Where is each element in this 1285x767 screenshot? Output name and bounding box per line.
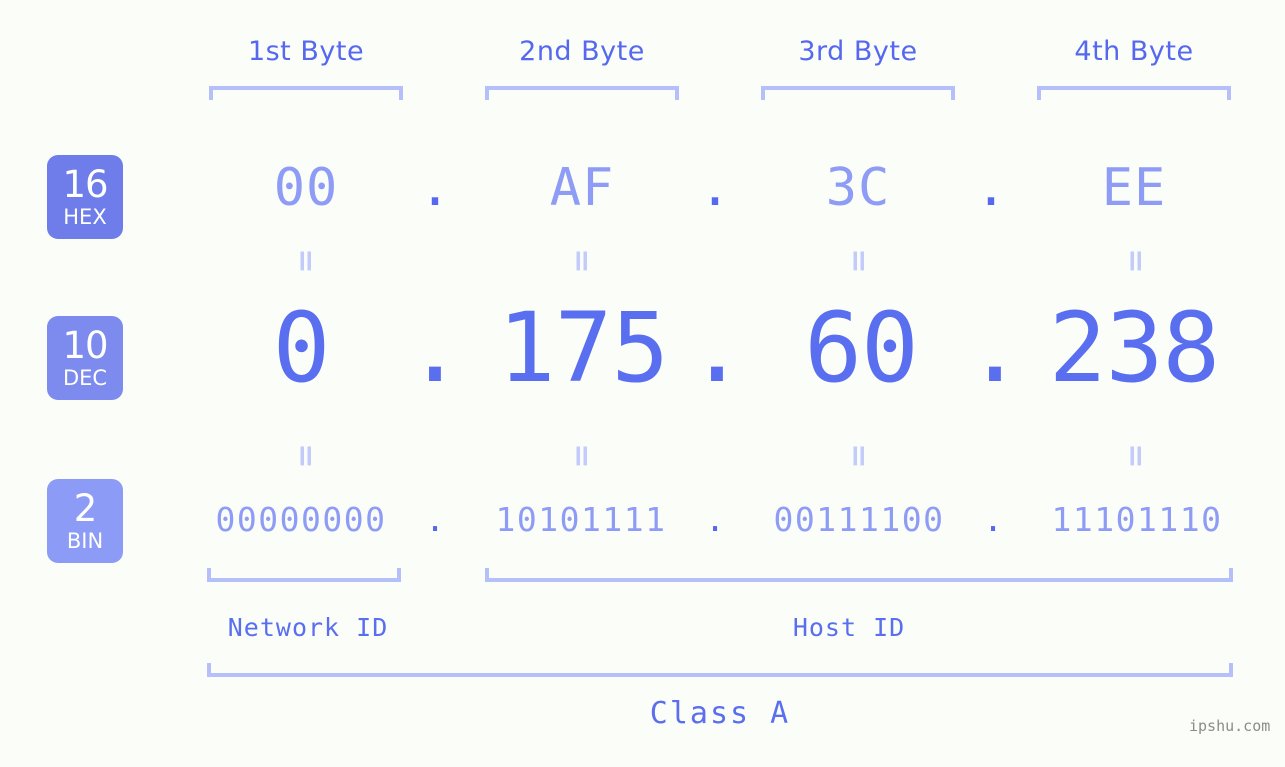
byte-header-label-2: 2nd Byte bbox=[519, 36, 645, 67]
equals-icon-hex-dec-4: = bbox=[1118, 248, 1153, 274]
hex-separator-2: . bbox=[699, 158, 731, 218]
equals-icon-dec-bin-4: = bbox=[1118, 443, 1153, 469]
radix-badge-bin: 2 BIN bbox=[47, 479, 123, 563]
network-id-bracket bbox=[207, 568, 401, 582]
class-label: Class A bbox=[649, 696, 791, 731]
class-bracket bbox=[207, 663, 1233, 677]
bin-octet-2: 10101111 bbox=[495, 500, 667, 539]
dec-octet-2: 175 bbox=[497, 292, 669, 404]
radix-badge-dec-number: 10 bbox=[62, 324, 108, 367]
byte-bracket-3 bbox=[761, 86, 955, 100]
hex-octet-1: 00 bbox=[273, 158, 339, 218]
site-watermark: ipshu.com bbox=[1189, 717, 1271, 735]
dec-octet-4: 238 bbox=[1048, 292, 1220, 404]
dec-separator-3: . bbox=[966, 292, 1024, 404]
hex-octet-3: 3C bbox=[825, 158, 891, 218]
ip-address-breakdown-diagram: 1st Byte 2nd Byte 3rd Byte 4th Byte 16 H… bbox=[0, 0, 1285, 767]
hex-octet-4: EE bbox=[1101, 158, 1167, 218]
dec-separator-2: . bbox=[688, 292, 746, 404]
bin-octet-3: 00111100 bbox=[773, 500, 945, 539]
bin-octet-1: 00000000 bbox=[215, 500, 387, 539]
radix-badge-hex-word: HEX bbox=[63, 205, 107, 229]
byte-bracket-2 bbox=[485, 86, 679, 100]
radix-badge-hex: 16 HEX bbox=[47, 155, 123, 239]
dec-octet-3: 60 bbox=[804, 292, 919, 404]
equals-icon-hex-dec-3: = bbox=[841, 248, 876, 274]
bin-separator-2: . bbox=[705, 500, 725, 539]
equals-icon-hex-dec-1: = bbox=[288, 248, 323, 274]
dec-separator-1: . bbox=[406, 292, 464, 404]
byte-header-label-1: 1st Byte bbox=[247, 36, 365, 67]
radix-badge-bin-number: 2 bbox=[73, 487, 98, 530]
hex-separator-3: . bbox=[975, 158, 1007, 218]
byte-header-label-3: 3rd Byte bbox=[798, 36, 918, 67]
host-id-bracket bbox=[485, 568, 1233, 582]
hex-octet-2: AF bbox=[549, 158, 615, 218]
equals-icon-dec-bin-2: = bbox=[564, 443, 599, 469]
dec-octet-1: 0 bbox=[272, 292, 331, 404]
bin-separator-1: . bbox=[425, 500, 445, 539]
equals-icon-dec-bin-3: = bbox=[841, 443, 876, 469]
byte-header-label-4: 4th Byte bbox=[1074, 36, 1194, 67]
equals-icon-dec-bin-1: = bbox=[288, 443, 323, 469]
radix-badge-dec: 10 DEC bbox=[47, 316, 123, 400]
radix-badge-dec-word: DEC bbox=[62, 366, 108, 390]
hex-separator-1: . bbox=[419, 158, 451, 218]
radix-badge-hex-number: 16 bbox=[62, 163, 108, 206]
bin-separator-3: . bbox=[983, 500, 1003, 539]
host-id-label: Host ID bbox=[792, 613, 906, 642]
bin-octet-4: 11101110 bbox=[1051, 500, 1223, 539]
radix-badge-bin-word: BIN bbox=[66, 529, 104, 553]
byte-bracket-1 bbox=[209, 86, 403, 100]
byte-bracket-4 bbox=[1037, 86, 1231, 100]
equals-icon-hex-dec-2: = bbox=[564, 248, 599, 274]
network-id-label: Network ID bbox=[227, 613, 389, 642]
